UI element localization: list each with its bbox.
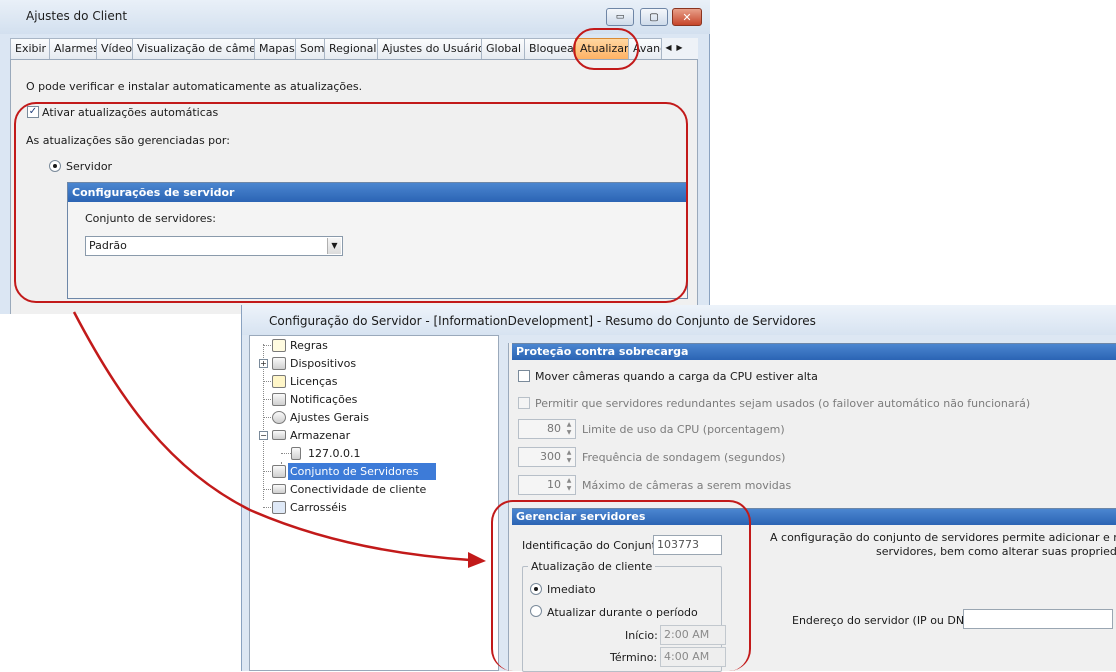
annotation-arrow — [72, 311, 486, 568]
annotation-arrow-head — [468, 552, 486, 568]
annotation-arrow-path — [72, 311, 471, 562]
